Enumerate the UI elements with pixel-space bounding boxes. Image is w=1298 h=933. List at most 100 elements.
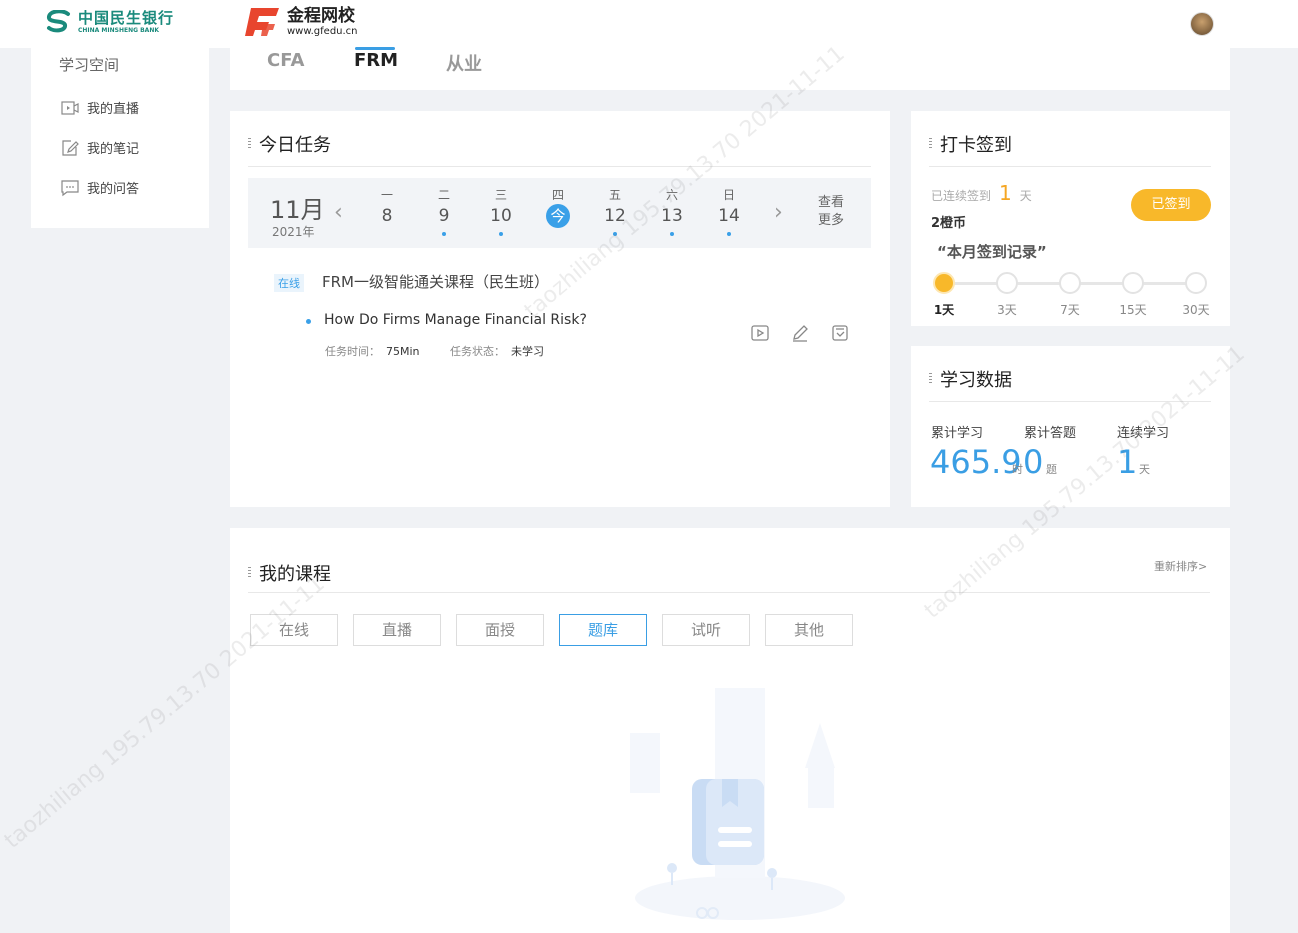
divider — [929, 401, 1211, 402]
empty-state-illustration — [630, 688, 845, 920]
course-name[interactable]: FRM一级智能通关课程（民生班） — [322, 271, 549, 292]
weekday-label: 一 — [380, 188, 393, 202]
left-sidebar: 学习空间 我的直播 我的笔记 我的问答 — [31, 48, 209, 228]
streak-study-unit: 天 — [1139, 463, 1150, 476]
course-tab-question-bank[interactable]: 题库 — [559, 614, 647, 646]
calendar-day[interactable]: 三 10 — [486, 186, 516, 236]
view-more-link[interactable]: 查看 更多 — [818, 194, 844, 230]
coin-balance: 2橙币 — [931, 216, 967, 231]
note-icon — [62, 139, 79, 156]
task-time-value: 75Min — [386, 345, 420, 358]
milestone-node — [1122, 272, 1144, 294]
gfedu-logo[interactable]: 金程网校 www.gfedu.cn — [245, 6, 358, 38]
my-courses-panel: 我的课程 重新排序> 在线 直播 面授 题库 试听 其他 — [230, 528, 1230, 933]
task-dot — [499, 232, 503, 236]
day-number: 9 — [438, 206, 450, 226]
checkin-title: 打卡签到 — [929, 131, 1012, 157]
day-number: 13 — [661, 206, 683, 226]
course-tab-offline[interactable]: 面授 — [456, 614, 544, 646]
divider — [929, 166, 1211, 167]
task-dot — [442, 232, 446, 236]
milestone-node — [1059, 272, 1081, 294]
task-dot — [670, 232, 674, 236]
panel-title-text: 打卡签到 — [940, 135, 1012, 156]
panel-title-text: 我的课程 — [259, 564, 331, 585]
lesson-name[interactable]: How Do Firms Manage Financial Risk? — [324, 312, 587, 328]
school-url: www.gfedu.cn — [287, 25, 358, 37]
streak-label: 已连续签到 — [931, 189, 992, 203]
calendar-day[interactable]: 五 12 — [600, 186, 630, 236]
sidebar-item-label: 我的直播 — [87, 102, 140, 117]
calendar-day[interactable]: 六 13 — [657, 186, 687, 236]
weekday-label: 四 — [551, 188, 564, 202]
course-tab-online[interactable]: 在线 — [250, 614, 338, 646]
panel-title-text: 学习数据 — [940, 370, 1012, 391]
calendar-month: 11月 — [270, 196, 325, 224]
prev-week-icon[interactable]: ‹ — [334, 200, 343, 225]
next-week-icon[interactable]: › — [774, 200, 783, 225]
task-time-label: 任务时间： — [325, 345, 380, 358]
quiz-icon[interactable] — [830, 323, 850, 343]
calendar-year: 2021年 — [272, 225, 315, 239]
sidebar-item-label: 我的问答 — [87, 182, 140, 197]
calendar-day[interactable]: 二 9 — [429, 186, 459, 236]
task-status-label: 任务状态： — [450, 345, 505, 358]
divider — [248, 166, 871, 167]
edit-icon[interactable] — [790, 323, 810, 343]
signed-button[interactable]: 已签到 — [1131, 189, 1211, 221]
milestone-label: 15天 — [1119, 303, 1147, 317]
active-tab-indicator — [355, 47, 395, 50]
total-study-value: 465.9 — [930, 443, 1022, 481]
sidebar-item-live[interactable]: 我的直播 — [61, 98, 139, 117]
milestone-node — [933, 272, 955, 294]
tab-cfa[interactable]: CFA — [267, 50, 304, 71]
grip-icon — [248, 567, 251, 579]
tab-congye[interactable]: 从业 — [446, 50, 482, 76]
play-icon[interactable] — [750, 323, 770, 343]
grip-icon — [248, 138, 251, 150]
course-tab-trial[interactable]: 试听 — [662, 614, 750, 646]
task-status: 任务状态： 未学习 — [450, 343, 544, 359]
minsheng-logo-icon — [47, 10, 70, 33]
tab-frm[interactable]: FRM — [354, 50, 398, 71]
panel-title-text: 今日任务 — [259, 135, 331, 156]
task-dot — [613, 232, 617, 236]
weekday-label: 二 — [437, 188, 450, 202]
milestone-label: 30天 — [1182, 303, 1210, 317]
milestone-label: 7天 — [1060, 303, 1080, 317]
day-number: 14 — [718, 206, 740, 226]
today-tasks-panel: 今日任务 11月 2021年 ‹ 一 8 二 9 三 10 四 今 五 12 六… — [230, 111, 890, 507]
course-tab-other[interactable]: 其他 — [765, 614, 853, 646]
video-icon — [61, 100, 79, 115]
calendar-day-today[interactable]: 四 今 — [543, 186, 573, 228]
resort-link[interactable]: 重新排序> — [1154, 558, 1207, 574]
task-status-value: 未学习 — [511, 345, 544, 358]
school-logo-cn: 金程网校 — [287, 6, 355, 27]
sidebar-item-qa[interactable]: 我的问答 — [61, 178, 139, 197]
sidebar-item-notes[interactable]: 我的笔记 — [61, 138, 139, 157]
calendar-day[interactable]: 一 8 — [372, 186, 402, 228]
view-more-line2: 更多 — [818, 213, 845, 228]
bank-logo-cn: 中国民生银行 — [78, 8, 175, 27]
weekday-label: 日 — [722, 188, 735, 202]
streak-study-value: 1 — [1117, 443, 1138, 481]
total-answer-unit: 题 — [1046, 463, 1057, 476]
milestone-label: 3天 — [997, 303, 1017, 317]
milestone-node — [1185, 272, 1207, 294]
month-record-title: “本月签到记录” — [937, 243, 1047, 261]
sidebar-item-label: 我的笔记 — [87, 142, 140, 157]
bank-logo-en: CHINA MINSHENG BANK — [78, 26, 159, 34]
sidebar-title: 学习空间 — [59, 56, 120, 74]
course-tab-live[interactable]: 直播 — [353, 614, 441, 646]
calendar-day[interactable]: 日 14 — [714, 186, 744, 236]
course-type-badge: 在线 — [274, 274, 304, 292]
day-number: 10 — [490, 206, 512, 226]
my-courses-title: 我的课程 — [248, 560, 331, 586]
weekday-label: 六 — [665, 188, 678, 202]
task-time: 任务时间： 75Min — [325, 343, 420, 359]
user-avatar[interactable] — [1190, 12, 1214, 36]
total-study-label: 累计学习 — [931, 426, 984, 441]
weekday-label: 三 — [494, 188, 507, 202]
minsheng-bank-logo[interactable]: 中国民生银行 CHINA MINSHENG BANK — [44, 10, 174, 34]
total-study-unit: 时 — [1012, 463, 1023, 476]
